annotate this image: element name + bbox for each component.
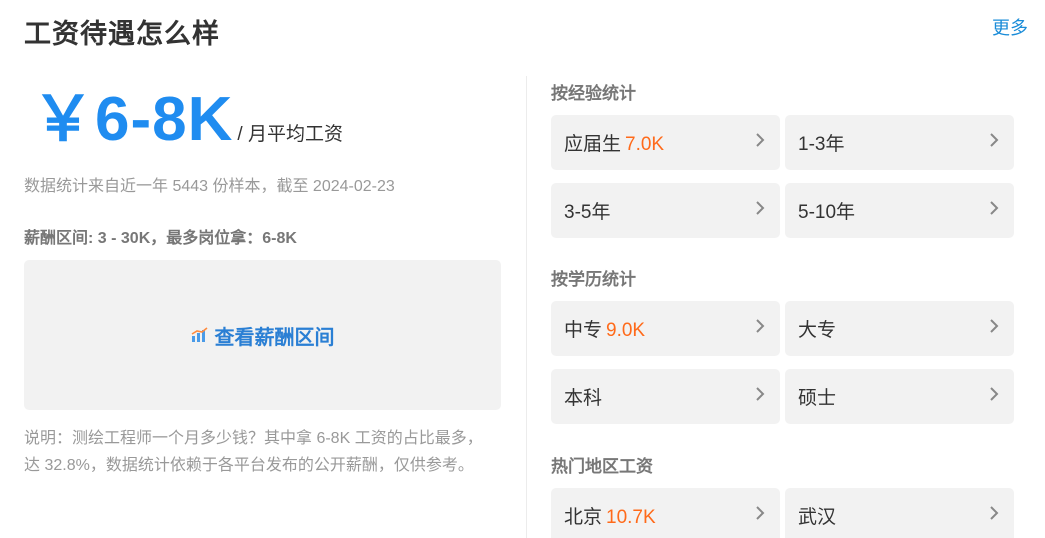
education-item-bachelor[interactable]: 本科 (551, 369, 780, 424)
region-item-beijing[interactable]: 北京 10.7K (551, 488, 780, 538)
education-item-master[interactable]: 硕士 (785, 369, 1014, 424)
card-value: 10.7K (606, 507, 656, 528)
chevron-right-icon (756, 506, 765, 520)
card-value: 7.0K (625, 134, 665, 155)
experience-item-3-5[interactable]: 3-5年 (551, 183, 780, 238)
chevron-right-icon (756, 201, 765, 215)
education-title: 按学历统计 (551, 270, 636, 289)
card-label: 本科 (564, 388, 603, 409)
experience-item-5-10[interactable]: 5-10年 (785, 183, 1014, 238)
description: 说明：测绘工程师一个月多少钱？其中拿 6-8K 工资的占比最多，达 32.8%，… (24, 430, 483, 474)
chevron-right-icon (756, 387, 765, 401)
view-salary-range-text: 查看薪酬区间 (214, 326, 335, 349)
section-title: 工资待遇怎么样 (24, 19, 220, 49)
salary-range: 薪酬区间: 3 - 30K，最多岗位拿：6-8K (24, 230, 297, 247)
chevron-right-icon (990, 506, 999, 520)
card-label: 武汉 (798, 507, 837, 528)
view-salary-range-button[interactable]: 查看薪酬区间 (24, 260, 501, 410)
chevron-right-icon (756, 133, 765, 147)
card-label: 大专 (798, 320, 837, 341)
salary-value: ￥6-8K (32, 85, 234, 154)
stats-note: 数据统计来自近一年 5443 份样本，截至 2024-02-23 (24, 178, 395, 195)
card-label: 5-10年 (798, 202, 856, 223)
region-item-wuhan[interactable]: 武汉 (785, 488, 1014, 538)
experience-item-graduate[interactable]: 应届生 7.0K (551, 115, 780, 170)
education-item-secondary[interactable]: 中专 9.0K (551, 301, 780, 356)
bar-chart-icon (191, 327, 207, 342)
card-label: 中专 (564, 320, 603, 341)
column-divider (526, 76, 527, 538)
card-label: 3-5年 (564, 202, 611, 223)
regions-title: 热门地区工资 (551, 457, 653, 476)
more-link[interactable]: 更多 (992, 14, 1028, 40)
card-value: 9.0K (606, 320, 646, 341)
card-label: 1-3年 (798, 134, 845, 155)
card-label: 北京 (564, 507, 603, 528)
card-label: 应届生 (564, 134, 622, 155)
chevron-right-icon (990, 319, 999, 333)
salary-unit: / 月平均工资 (237, 124, 343, 145)
average-salary: ￥6-8K / 月平均工资 (32, 84, 343, 156)
experience-item-1-3[interactable]: 1-3年 (785, 115, 1014, 170)
education-item-college[interactable]: 大专 (785, 301, 1014, 356)
card-label: 硕士 (798, 388, 837, 409)
chevron-right-icon (756, 319, 765, 333)
chevron-right-icon (990, 387, 999, 401)
view-salary-range-label: 查看薪酬区间 (191, 321, 335, 350)
chevron-right-icon (990, 201, 999, 215)
experience-title: 按经验统计 (551, 84, 636, 103)
chevron-right-icon (990, 133, 999, 147)
